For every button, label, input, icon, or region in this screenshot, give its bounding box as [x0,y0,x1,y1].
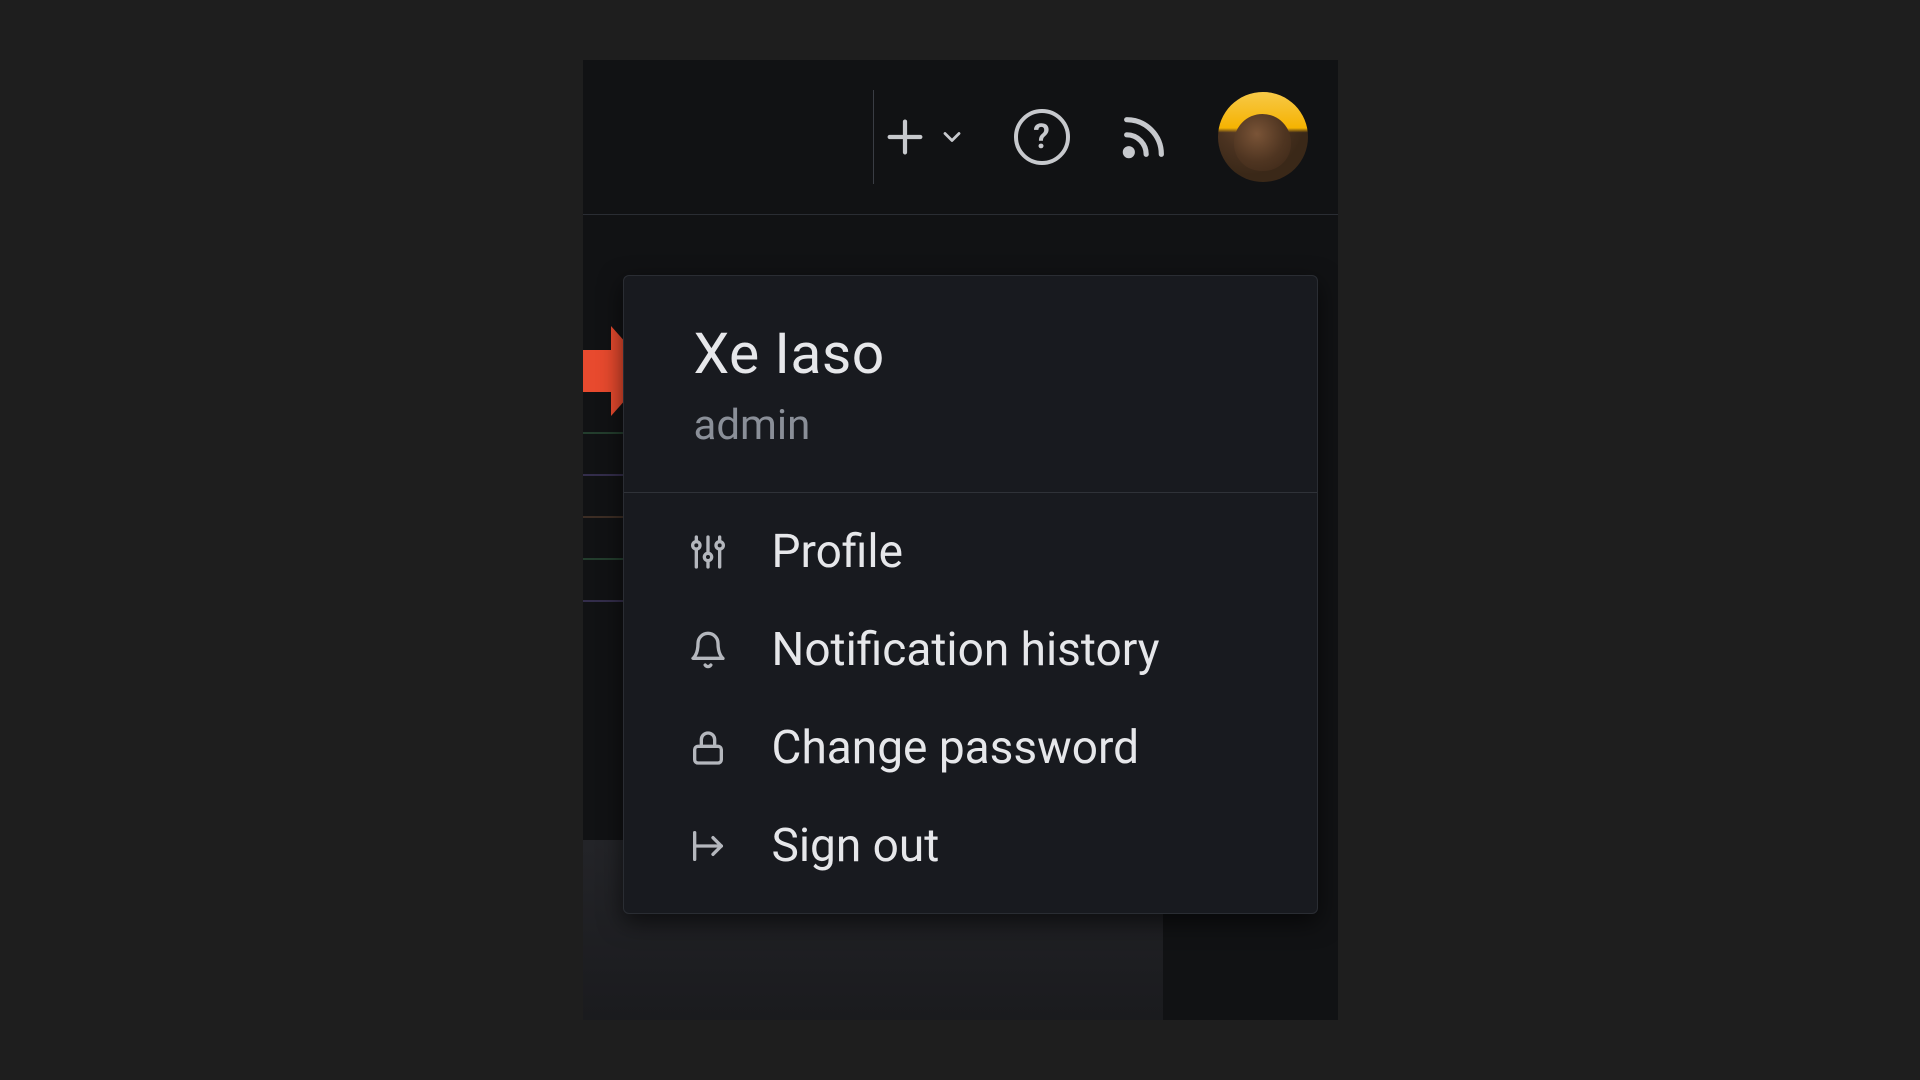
user-dropdown: Xe Iaso admin Profile Notification histo… [623,275,1318,914]
user-display-name: Xe Iaso [694,320,1247,387]
topbar: ? [583,60,1338,215]
rss-button[interactable] [1118,111,1170,163]
menu-item-label: Notification history [772,623,1160,677]
background-stripes [583,390,627,1020]
menu-item-label: Sign out [772,819,940,873]
menu-item-change-password[interactable]: Change password [624,699,1317,797]
menu-item-label: Change password [772,721,1140,775]
sliders-icon [684,528,732,576]
plus-icon [882,114,928,160]
help-button[interactable]: ? [1014,109,1070,165]
chevron-down-icon [938,123,966,151]
create-new-button[interactable] [882,114,966,160]
menu-item-sign-out[interactable]: Sign out [624,797,1317,895]
menu-item-notification-history[interactable]: Notification history [624,601,1317,699]
app-frame: ? Xe Iaso admin Profile [583,60,1338,1020]
signout-icon [684,822,732,870]
lock-icon [684,724,732,772]
menu-item-label: Profile [772,525,903,579]
menu-item-profile[interactable]: Profile [624,503,1317,601]
user-info: Xe Iaso admin [624,276,1317,493]
bell-icon [684,626,732,674]
user-role: admin [694,401,1247,450]
topbar-divider [873,90,874,184]
question-icon: ? [1033,117,1050,157]
avatar[interactable] [1218,92,1308,182]
